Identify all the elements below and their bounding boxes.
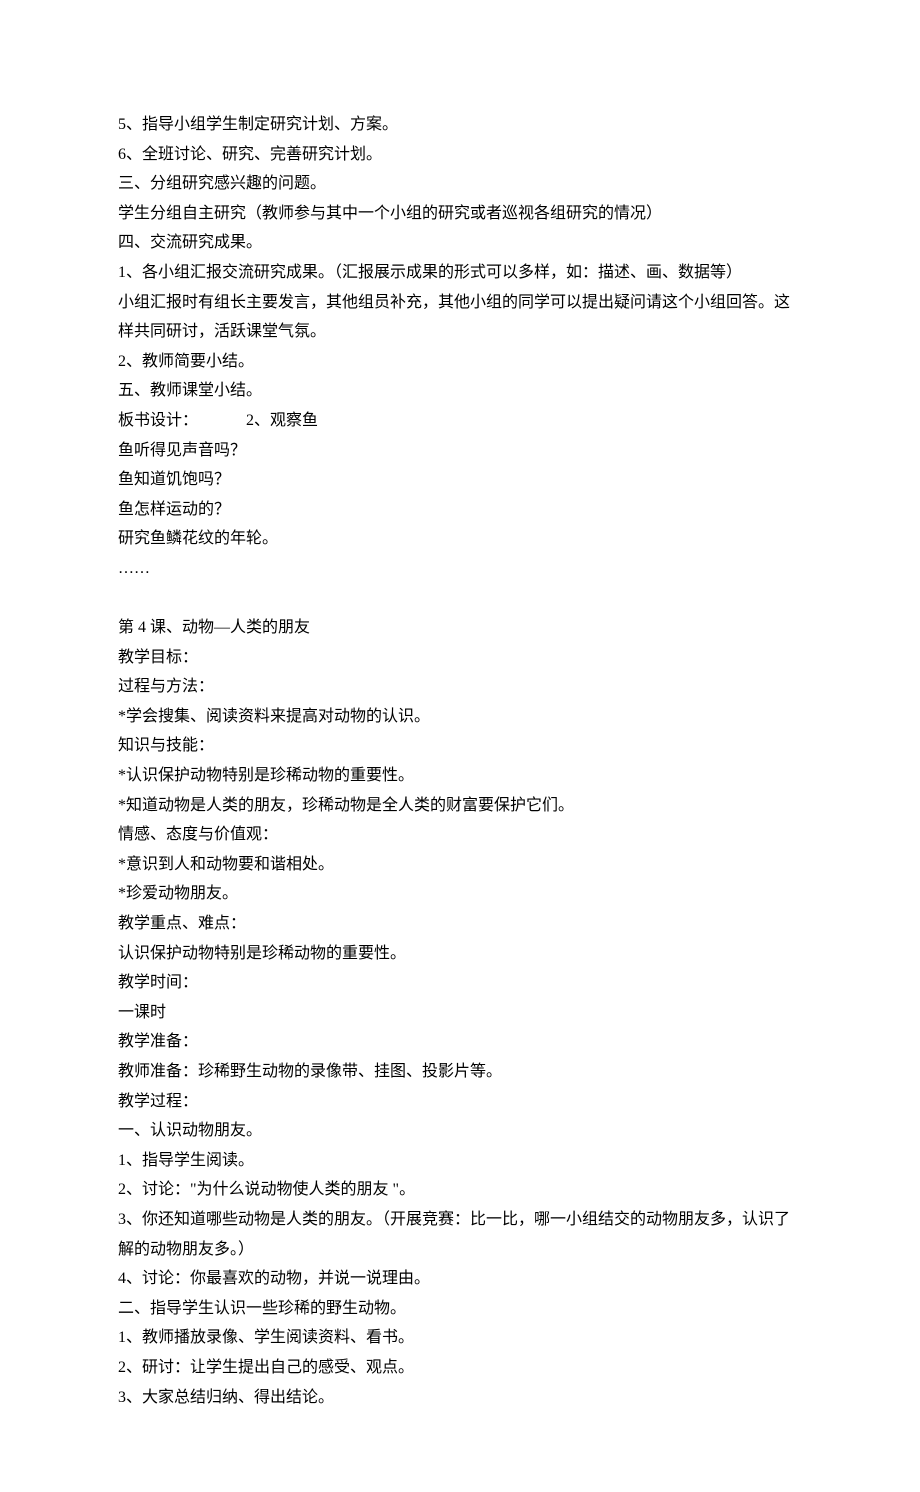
text-line: 情感、态度与价值观： (118, 820, 802, 850)
text-line: *意识到人和动物要和谐相处。 (118, 850, 802, 880)
text-line: 鱼知道饥饱吗？ (118, 465, 802, 495)
text-line: 5、指导小组学生制定研究计划、方案。 (118, 110, 802, 140)
text-line: 教学准备： (118, 1027, 802, 1057)
text-line: *珍爱动物朋友。 (118, 879, 802, 909)
text-line: *学会搜集、阅读资料来提高对动物的认识。 (118, 702, 802, 732)
blank-line (118, 584, 802, 614)
text-line: 教师准备：珍稀野生动物的录像带、挂图、投影片等。 (118, 1057, 802, 1087)
text-line: 鱼听得见声音吗？ (118, 436, 802, 466)
text-line: 知识与技能： (118, 731, 802, 761)
text-line: 1、各小组汇报交流研究成果。（汇报展示成果的形式可以多样，如：描述、画、数据等） (118, 258, 802, 288)
text-line: 鱼怎样运动的？ (118, 495, 802, 525)
text-line: 四、交流研究成果。 (118, 228, 802, 258)
text-line: 研究鱼鳞花纹的年轮。 (118, 524, 802, 554)
text-line: 教学过程： (118, 1087, 802, 1117)
text-line: 1、指导学生阅读。 (118, 1146, 802, 1176)
text-line: 板书设计： 2、观察鱼 (118, 406, 802, 436)
text-line: 2、研讨：让学生提出自己的感受、观点。 (118, 1353, 802, 1383)
text-line: 3、大家总结归纳、得出结论。 (118, 1383, 802, 1413)
document-content: 5、指导小组学生制定研究计划、方案。6、全班讨论、研究、完善研究计划。三、分组研… (118, 110, 802, 1412)
text-line: 一课时 (118, 998, 802, 1028)
text-line: 一、认识动物朋友。 (118, 1116, 802, 1146)
text-line: 3、你还知道哪些动物是人类的朋友。（开展竞赛：比一比，哪一小组结交的动物朋友多，… (118, 1205, 802, 1264)
text-line: 小组汇报时有组长主要发言，其他组员补充，其他小组的同学可以提出疑问请这个小组回答… (118, 288, 802, 347)
text-line: *知道动物是人类的朋友，珍稀动物是全人类的财富要保护它们。 (118, 791, 802, 821)
text-line: 6、全班讨论、研究、完善研究计划。 (118, 140, 802, 170)
text-line: 二、指导学生认识一些珍稀的野生动物。 (118, 1294, 802, 1324)
text-line: 2、讨论："为什么说动物使人类的朋友 "。 (118, 1175, 802, 1205)
text-line: 过程与方法： (118, 672, 802, 702)
text-line: 三、分组研究感兴趣的问题。 (118, 169, 802, 199)
text-line: *认识保护动物特别是珍稀动物的重要性。 (118, 761, 802, 791)
text-line: 认识保护动物特别是珍稀动物的重要性。 (118, 939, 802, 969)
document-page: 5、指导小组学生制定研究计划、方案。6、全班讨论、研究、完善研究计划。三、分组研… (0, 0, 920, 1492)
text-line: 教学目标： (118, 643, 802, 673)
text-line: 第 4 课、动物—人类的朋友 (118, 613, 802, 643)
text-line: 五、教师课堂小结。 (118, 376, 802, 406)
text-line: 4、讨论：你最喜欢的动物，并说一说理由。 (118, 1264, 802, 1294)
text-line: 教学时间： (118, 968, 802, 998)
text-line: 1、教师播放录像、学生阅读资料、看书。 (118, 1323, 802, 1353)
text-line: 教学重点、难点： (118, 909, 802, 939)
text-line: …… (118, 554, 802, 584)
text-line: 学生分组自主研究（教师参与其中一个小组的研究或者巡视各组研究的情况） (118, 199, 802, 229)
text-line: 2、教师简要小结。 (118, 347, 802, 377)
